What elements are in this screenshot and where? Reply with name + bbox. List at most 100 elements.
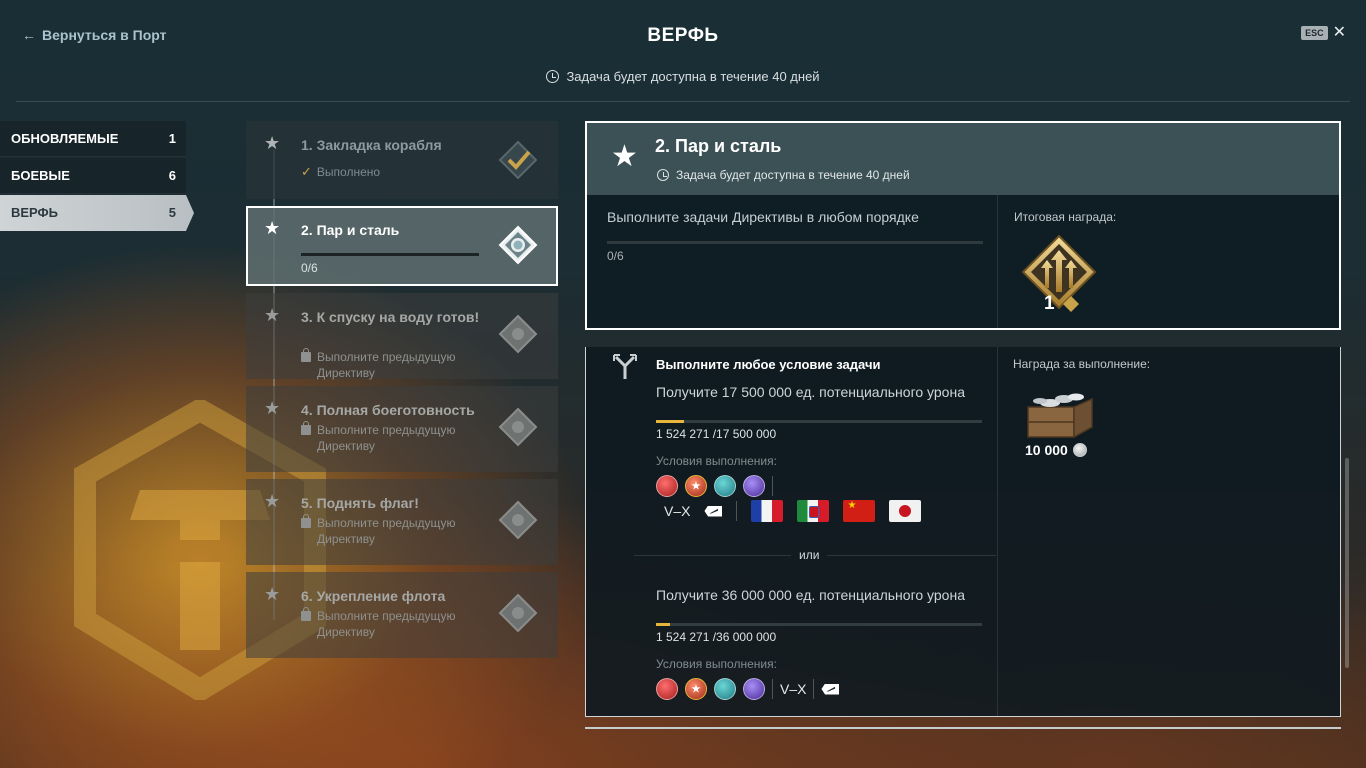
condition-progress-bar [656,623,982,626]
ship-type-icons: ★ [656,475,773,497]
directive-lock-status: Выполните предыдущую Директиву [301,421,491,454]
shipyard-reward-icon [1021,234,1097,312]
tier-range: V–X [780,681,807,697]
final-reward-label: Итоговая награда: [1014,210,1117,224]
directive-status-text: Выполните предыдущую Директиву [317,516,456,546]
directive-detail-title: 2. Пар и сталь [655,136,782,156]
condition-progress-count: 1 524 271 /36 000 000 [656,630,777,644]
divider [772,679,773,699]
category-count: 5 [168,205,176,220]
directive-lock-status: Выполните предыдущую Директиву [301,348,491,381]
directive-detail-title-bar: ★ 2. Пар и сталь Задача будет доступна в… [587,123,1339,195]
divider [813,679,815,699]
or-label: или [791,547,828,563]
divider [997,195,998,328]
directive-item-5[interactable]: ★ 5. Поднять флаг! Выполните предыдущую … [246,479,558,565]
directive-progress: 0/6 [301,261,318,275]
close-icon: ✕ [1332,24,1346,41]
active-badge-icon [498,225,538,265]
flag-japan-icon [889,500,922,522]
directive-progress-bar [301,253,479,256]
destroyer-icon [656,678,678,700]
directive-status-text: Выполните предыдущую Директиву [317,350,456,380]
page-title: ВЕРФЬ [647,25,719,46]
category-count: 6 [168,168,176,183]
condition-requirements-label: Условия выполнения: [656,657,777,671]
cruiser-icon: ★ [685,678,707,700]
category-combat[interactable]: БОЕВЫЕ 6 [0,158,186,194]
carrier-icon [743,678,765,700]
completion-reward-count: 10 000 [1025,442,1087,458]
flag-italy-icon [797,500,830,522]
clock-icon [546,70,560,83]
directive-item-3[interactable]: ★ 3. К спуску на воду готов! Выполните п… [246,293,558,381]
tag-icon [704,505,723,517]
star-icon: ★ [264,305,281,325]
locked-badge-icon [498,314,538,354]
ship-type-icons: ★ V–X [656,678,840,700]
directive-conditions-panel: Выполните любое условие задачи Получите … [585,347,1341,717]
directive-item-4[interactable]: ★ 4. Полная боеготовность Выполните пред… [246,386,558,472]
credits-amount: 10 000 [1025,442,1068,458]
esc-key-hint: ESC [1301,26,1328,40]
tier-nation-row: V–X [664,500,922,522]
category-menu: ОБНОВЛЯЕМЫЕ 1 БОЕВЫЕ 6 ВЕРФЬ 5 [0,121,194,232]
directive-title: 3. К спуску на воду готов! [301,309,480,325]
directive-title: 2. Пар и сталь [301,222,400,238]
condition-requirements-label: Условия выполнения: [656,454,777,468]
directive-progress-bar [607,241,983,244]
header-timer-text: Задача будет доступна в течение 40 дней [566,69,820,84]
category-label: ОБНОВЛЯЕМЫЕ [11,131,119,146]
completion-reward-label: Награда за выполнение: [1013,357,1151,371]
directive-title: 5. Поднять флаг! [301,495,419,511]
directive-status: ✓ Выполнено [301,164,380,180]
lock-icon [301,607,311,621]
credits-coin-icon [1072,443,1087,457]
final-reward-count: 1 [1044,293,1055,314]
directive-status-text: Выполнено [316,165,381,179]
condition-progress-count: 1 524 271 /17 500 000 [656,427,777,441]
star-icon: ★ [264,133,281,153]
destroyer-icon [656,475,678,497]
completed-badge-icon [498,140,538,180]
directive-item-6[interactable]: ★ 6. Укрепление флота Выполните предыдущ… [246,572,558,658]
star-icon: ★ [611,140,638,173]
condition-progress-bar [656,420,982,423]
directive-item-1[interactable]: ★ 1. Закладка корабля ✓ Выполнено [246,121,558,199]
branch-icon [613,354,637,379]
directive-status-text: Выполните предыдущую Директиву [317,609,456,639]
conditions-scrollbar[interactable] [1345,458,1349,668]
header-divider [16,101,1350,102]
header-timer: Задача будет доступна в течение 40 дней [0,69,1366,84]
tag-icon [821,683,840,695]
clock-icon [657,169,669,181]
category-label: БОЕВЫЕ [11,168,70,183]
category-shipyard[interactable]: ВЕРФЬ 5 [0,195,194,231]
directive-task-text: Выполните задачи Директивы в любом поряд… [607,209,919,225]
cruiser-icon: ★ [685,475,707,497]
directive-detail-timer-text: Задача будет доступна в течение 40 дней [676,168,910,182]
directive-progress: 0/6 [607,249,624,263]
divider [736,501,738,521]
star-icon: ★ [264,398,281,418]
divider [772,476,773,496]
battleship-icon [714,678,736,700]
category-updatable[interactable]: ОБНОВЛЯЕМЫЕ 1 [0,121,186,157]
tier-range: V–X [664,503,691,519]
carrier-icon [743,475,765,497]
next-panel-edge [585,727,1341,729]
condition-progress-fill [656,420,685,423]
locked-badge-icon [498,407,538,447]
close-button[interactable]: ESC ✕ [1301,25,1346,41]
star-icon: ★ [264,584,281,604]
directive-title: 1. Закладка корабля [301,137,442,153]
directive-detail-header: ★ 2. Пар и сталь Задача будет доступна в… [585,121,1341,330]
lock-icon [301,421,311,435]
category-count: 1 [168,131,176,146]
directive-lock-status: Выполните предыдущую Директиву [301,607,491,640]
directive-item-2[interactable]: ★ 2. Пар и сталь 0/6 [246,206,558,286]
lock-icon [301,348,311,362]
divider [997,347,998,716]
directive-detail-timer: Задача будет доступна в течение 40 дней [657,168,910,182]
directive-status-text: Выполните предыдущую Директиву [317,423,456,453]
